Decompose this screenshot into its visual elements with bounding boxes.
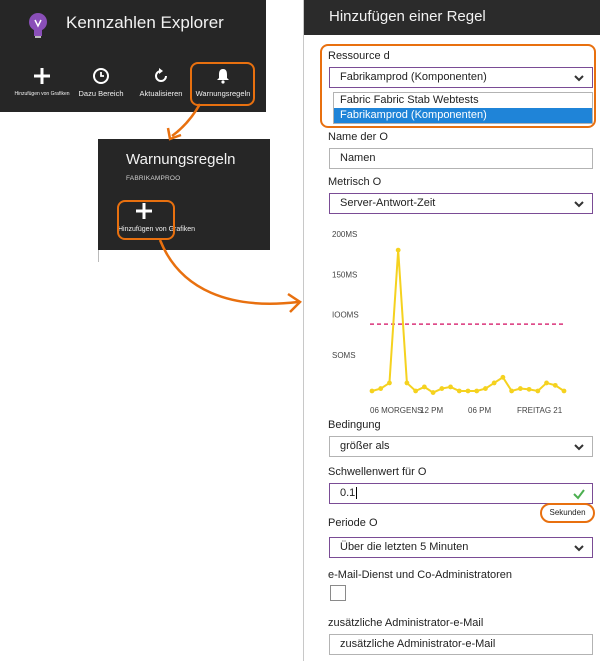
y-tick-label: IOOMS (332, 311, 359, 320)
email-admins-checkbox[interactable] (330, 585, 346, 601)
data-point (413, 388, 419, 394)
threshold-input[interactable]: 0.1 (329, 483, 593, 504)
chevron-down-icon (574, 444, 584, 451)
data-point (526, 386, 532, 392)
data-point (439, 386, 445, 391)
data-point (500, 374, 506, 380)
data-point (395, 247, 401, 253)
data-point (491, 380, 497, 386)
extra-email-input[interactable]: zusätzliche Administrator-e-Mail (329, 634, 593, 655)
x-tick-label: FREITAG 21 (517, 406, 563, 415)
check-icon (573, 489, 585, 500)
data-point (552, 382, 558, 388)
name-placeholder: Namen (340, 152, 376, 164)
blade-header: Hinzufügen einer Regel (304, 0, 600, 35)
y-tick-label: SOMS (332, 351, 356, 360)
chevron-down-icon (574, 201, 584, 208)
data-point (474, 388, 480, 394)
y-tick-label: 200MS (332, 230, 357, 239)
data-point (535, 388, 541, 394)
data-point (448, 384, 453, 390)
data-point (465, 388, 471, 394)
data-point (430, 390, 436, 395)
name-label: Name der O (328, 131, 388, 143)
data-point (369, 388, 375, 394)
x-tick-label: 12 PM (420, 406, 443, 415)
metric-label: Metrisch O (328, 176, 382, 188)
x-tick-label: 06 PM (468, 406, 491, 415)
data-point (561, 388, 567, 394)
chevron-down-icon (574, 545, 584, 552)
metric-select[interactable]: Server-Antwort-Zeit (329, 193, 593, 214)
data-point (421, 384, 427, 390)
extra-email-label: zusätzliche Administrator-e-Mail (328, 617, 484, 629)
data-point (456, 388, 462, 394)
data-point (387, 380, 392, 386)
x-tick-label: 06 MORGENS (370, 406, 422, 415)
period-value: Über die letzten 5 Minuten (340, 541, 469, 553)
data-point (517, 386, 523, 391)
period-select[interactable]: Über die letzten 5 Minuten (329, 537, 593, 558)
name-input[interactable]: Namen (329, 148, 593, 169)
period-label: Periode O (328, 517, 378, 529)
data-point (378, 386, 384, 391)
data-point (483, 386, 488, 391)
metric-value: Server-Antwort-Zeit (340, 197, 436, 209)
resource-highlight (320, 44, 596, 128)
seconds-unit-badge: Sekunden (540, 503, 595, 523)
condition-select[interactable]: größer als (329, 436, 593, 457)
data-point (544, 380, 549, 386)
condition-label: Bedingung (328, 419, 381, 431)
data-point (404, 380, 410, 386)
extra-email-placeholder: zusätzliche Administrator-e-Mail (340, 638, 496, 650)
response-time-chart: 200MS 150MS IOOMS SOMS 06 MORGENS12 PM 06 PM… (310, 222, 600, 418)
blade-title: Hinzufügen einer Regel (329, 8, 486, 25)
condition-value: größer als (340, 440, 390, 452)
threshold-label: Schwellenwert für O (328, 466, 427, 478)
email-admins-label: e-Mail-Dienst und Co-Administratoren (328, 569, 513, 581)
data-point (509, 388, 515, 394)
threshold-value: 0.1 (340, 487, 358, 499)
y-tick-label: 150MS (332, 270, 357, 279)
